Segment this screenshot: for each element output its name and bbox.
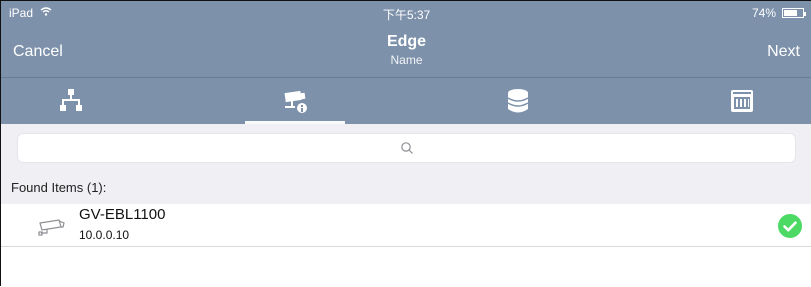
network-icon: [60, 89, 82, 111]
top-bar: iPad 下午5:37 74% Cancel Edge Name Next: [1, 1, 811, 77]
nav-title: Edge Name: [1, 33, 811, 67]
search-icon: [400, 142, 413, 154]
tab-bar: [1, 78, 811, 124]
status-time: 下午5:37: [382, 8, 431, 22]
list-item[interactable]: GV-EBL1100 10.0.0.10: [1, 204, 811, 247]
tab-network[interactable]: [1, 78, 141, 124]
database-icon: [507, 89, 529, 113]
tab-camera-info[interactable]: [225, 78, 365, 124]
check-icon: [778, 214, 802, 238]
page-subtitle: Name: [390, 53, 423, 67]
tab-storage[interactable]: [672, 78, 811, 124]
camera-info-icon: [284, 90, 307, 113]
found-items-label: Found Items (1):: [11, 180, 107, 195]
search-field[interactable]: [17, 133, 796, 163]
camera-icon: [38, 219, 65, 236]
battery-fill: [784, 10, 798, 16]
tab-database[interactable]: [448, 78, 588, 124]
search-area: [1, 124, 811, 170]
device-ip: 10.0.0.10: [79, 228, 130, 242]
status-bar: iPad 下午5:37 74%: [1, 1, 811, 23]
found-items-list: GV-EBL1100 10.0.0.10: [1, 204, 811, 287]
next-button[interactable]: Next: [767, 43, 800, 61]
battery-text: 74%: [751, 6, 776, 20]
found-items-header: Found Items (1):: [1, 170, 811, 204]
status-right: 74%: [751, 6, 806, 20]
battery-icon: [782, 8, 806, 18]
page-title: Edge: [386, 33, 427, 50]
device-name: GV-EBL1100: [79, 206, 166, 223]
storage-device-icon: [730, 90, 753, 112]
navigation-bar: Cancel Edge Name Next: [1, 23, 811, 77]
